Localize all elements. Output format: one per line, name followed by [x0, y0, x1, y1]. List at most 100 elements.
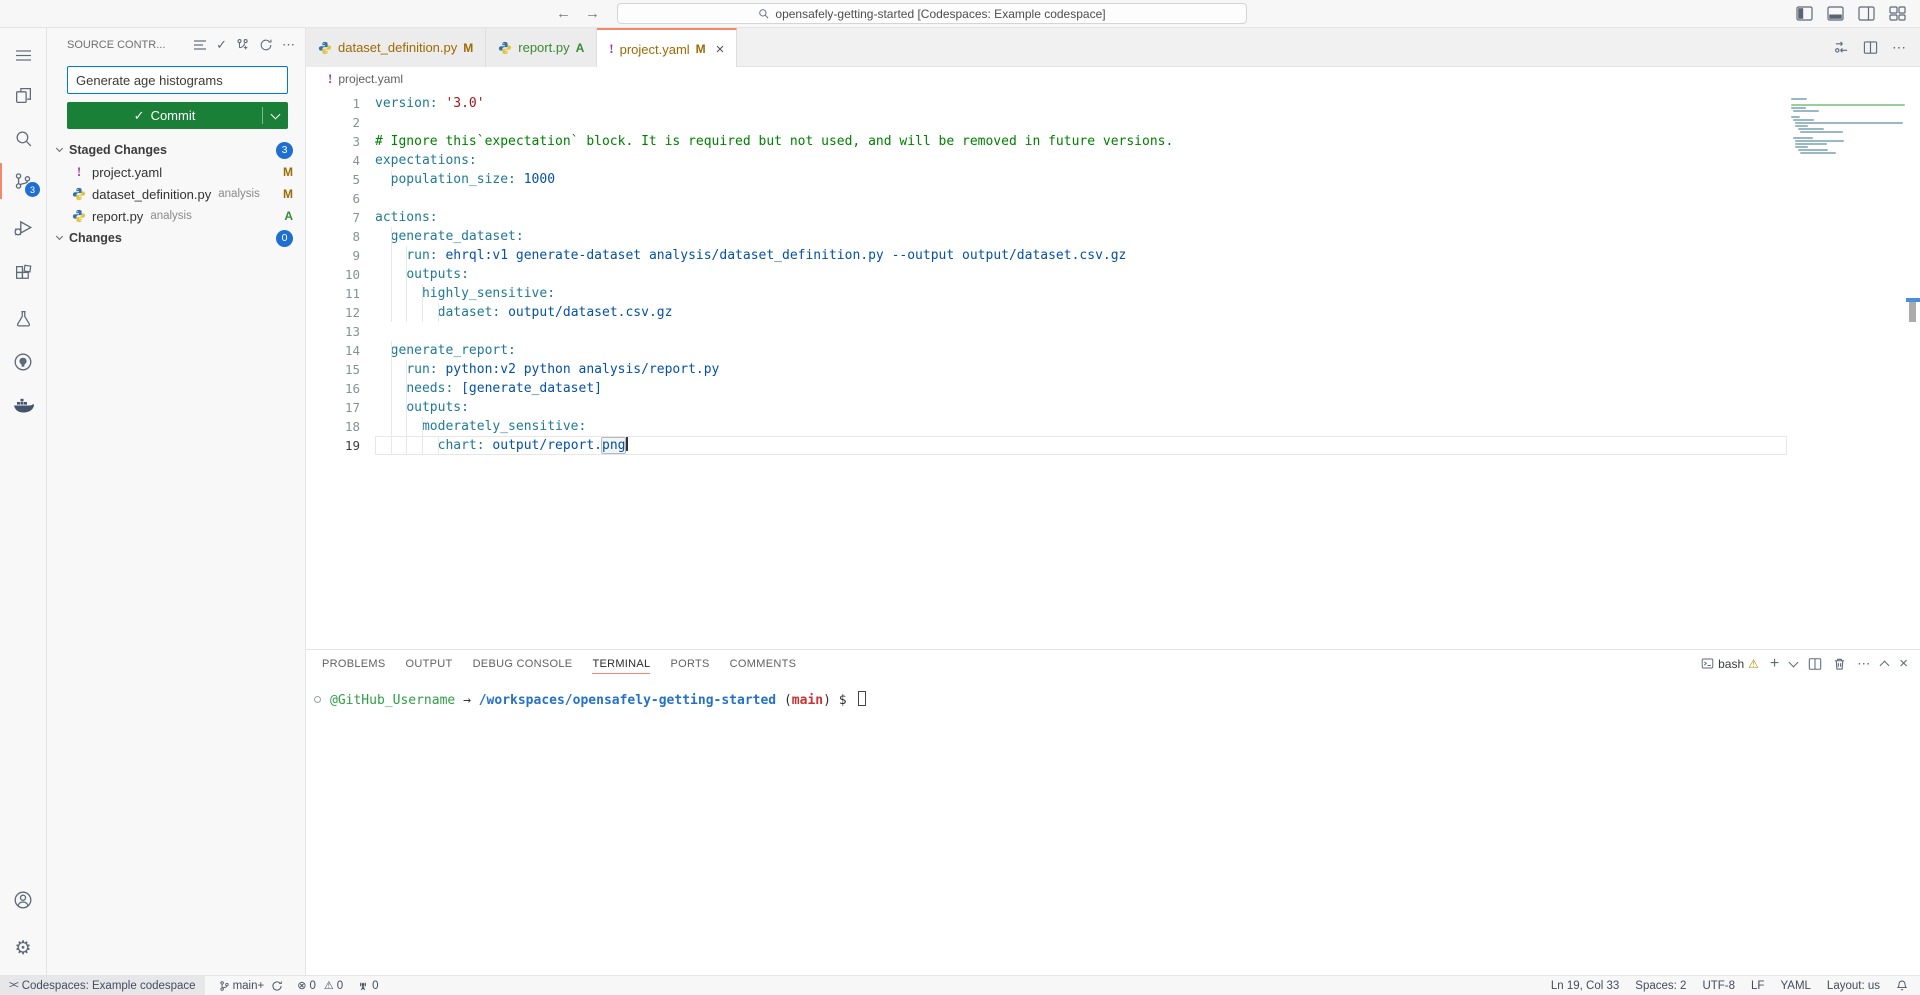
settings-gear-icon[interactable]: ⚙ [0, 928, 46, 968]
close-panel-icon[interactable]: × [1899, 655, 1908, 672]
command-center-search[interactable]: opensafely-getting-started [Codespaces: … [617, 3, 1247, 24]
scm-file-row[interactable]: !project.yamlM [47, 161, 305, 183]
code-content[interactable]: version: '3.0' # Ignore this`expectation`… [375, 94, 1787, 455]
editor-tab-project.yaml[interactable]: !project.yamlM× [597, 28, 737, 68]
status-item-utf-8[interactable]: UTF-8 [1702, 980, 1735, 992]
code-line-9[interactable]: run: ehrql:v1 generate-dataset analysis/… [375, 246, 1787, 265]
toggle-panel-icon[interactable] [1827, 6, 1844, 21]
editor-tab-bar: dataset_definition.pyMreport.pyA!project… [306, 28, 1920, 67]
python-file-icon [498, 41, 512, 55]
create-branch-icon[interactable] [236, 38, 250, 52]
docker-icon[interactable] [0, 385, 46, 425]
editor-more-actions-icon[interactable]: ⋯ [1892, 39, 1906, 56]
breadcrumb[interactable]: ! project.yaml [306, 67, 1920, 90]
editor-tab-dataset_definition.py[interactable]: dataset_definition.pyM [306, 28, 486, 67]
commit-button[interactable]: ✓ Commit [67, 102, 288, 129]
panel-tab-bar: PROBLEMS OUTPUT DEBUG CONSOLE TERMINAL PORTS… [322, 650, 1701, 677]
ports-status-item[interactable]: 0 [357, 980, 378, 992]
minimap[interactable] [1791, 98, 1905, 155]
testing-icon[interactable] [0, 298, 46, 338]
problems-status-item[interactable]: ⊗ 0 ⚠ 0 [297, 979, 343, 992]
split-terminal-icon[interactable] [1808, 657, 1822, 671]
code-line-18[interactable]: moderately_sensitive: [375, 417, 1787, 436]
status-item-ln[interactable]: Ln 19, Col 33 [1551, 980, 1619, 992]
scm-group-header[interactable]: Changes0 [47, 227, 305, 249]
refresh-icon[interactable] [259, 38, 273, 52]
source-control-icon[interactable]: 3 [0, 161, 46, 201]
bash-terminal-icon [1701, 657, 1714, 670]
code-line-8[interactable]: generate_dataset: [375, 227, 1787, 246]
commit-dropdown-button[interactable] [263, 114, 288, 118]
toggle-sidebar-icon[interactable] [1796, 6, 1813, 21]
status-item-lf[interactable]: LF [1751, 980, 1764, 992]
panel-tab-ports[interactable]: PORTS [670, 650, 709, 677]
menu-icon[interactable] [0, 35, 46, 75]
commit-check-icon[interactable]: ✓ [216, 37, 227, 53]
code-line-16[interactable]: needs: [generate_dataset] [375, 379, 1787, 398]
code-line-6[interactable] [375, 189, 1787, 208]
close-tab-icon[interactable]: × [716, 41, 725, 58]
code-line-12[interactable]: dataset: output/dataset.csv.gz [375, 303, 1787, 322]
status-item-yaml[interactable]: YAML [1780, 980, 1810, 992]
panel-tab-output[interactable]: OUTPUT [406, 650, 453, 677]
explorer-icon[interactable] [0, 75, 46, 115]
notifications-bell-icon[interactable] [1896, 979, 1908, 992]
status-item-layout[interactable]: Layout: us [1827, 980, 1880, 992]
git-status-letter: A [284, 209, 293, 223]
back-arrow-icon[interactable]: ← [549, 5, 578, 22]
forward-arrow-icon[interactable]: → [578, 5, 607, 22]
code-line-19[interactable]: chart: output/report.png [375, 436, 1787, 455]
scm-file-row[interactable]: dataset_definition.pyanalysisM [47, 183, 305, 205]
code-line-3[interactable]: # Ignore this`expectation` block. It is … [375, 132, 1787, 151]
open-changes-icon[interactable] [1834, 40, 1849, 55]
vscode-window: ← → opensafely-getting-started [Codespac… [0, 0, 1920, 995]
remote-indicator[interactable]: >< Codespaces: Example codespace [0, 976, 205, 995]
more-actions-icon[interactable]: ⋯ [282, 37, 295, 53]
bottom-panel: PROBLEMS OUTPUT DEBUG CONSOLE TERMINAL PORTS… [306, 649, 1920, 975]
maximize-panel-icon[interactable] [1880, 660, 1890, 670]
panel-tab-debug-console[interactable]: DEBUG CONSOLE [473, 650, 573, 677]
source-control-tree: Staged Changes3!project.yamlMdataset_def… [47, 139, 305, 249]
kill-terminal-icon[interactable] [1833, 657, 1846, 671]
customize-layout-icon[interactable] [1889, 6, 1906, 21]
code-line-1[interactable]: version: '3.0' [375, 94, 1787, 113]
code-line-11[interactable]: highly_sensitive: [375, 284, 1787, 303]
scm-group-header[interactable]: Staged Changes3 [47, 139, 305, 161]
code-line-5[interactable]: population_size: 1000 [375, 170, 1787, 189]
code-editor[interactable]: 12345678910111213141516171819 version: '… [306, 90, 1920, 649]
status-item-spaces[interactable]: Spaces: 2 [1635, 980, 1686, 992]
commit-message-input[interactable] [67, 66, 288, 94]
terminal-shell-chip[interactable]: bash ⚠ [1701, 657, 1759, 671]
sidebar-title: SOURCE CONTR... [67, 39, 193, 51]
account-icon[interactable] [0, 880, 46, 920]
code-line-14[interactable]: generate_report: [375, 341, 1787, 360]
new-terminal-icon[interactable]: + [1770, 655, 1779, 673]
toggle-secondary-sidebar-icon[interactable] [1858, 6, 1875, 21]
code-line-7[interactable]: actions: [375, 208, 1787, 227]
panel-tab-comments[interactable]: COMMENTS [730, 650, 797, 677]
chevron-down-icon [52, 143, 66, 157]
panel-more-actions-icon[interactable]: ⋯ [1857, 656, 1870, 672]
editor-tab-report.py[interactable]: report.pyA [486, 28, 597, 67]
terminal-dropdown-icon[interactable] [1789, 657, 1799, 667]
code-line-2[interactable] [375, 113, 1787, 132]
errors-count: 0 [309, 980, 315, 992]
overview-ruler-thumb[interactable] [1909, 302, 1916, 322]
run-and-debug-icon[interactable] [0, 208, 46, 248]
github-icon[interactable] [0, 342, 46, 382]
extensions-icon[interactable] [0, 253, 46, 293]
branch-status-item[interactable]: main+ [219, 980, 284, 992]
view-as-list-icon[interactable] [193, 39, 207, 51]
panel-tab-terminal[interactable]: TERMINAL [592, 650, 650, 677]
search-icon[interactable] [0, 118, 46, 158]
scm-file-row[interactable]: report.pyanalysisA [47, 205, 305, 227]
code-line-17[interactable]: outputs: [375, 398, 1787, 417]
code-line-10[interactable]: outputs: [375, 265, 1787, 284]
terminal[interactable]: @GitHub_Username → /workspaces/opensafel… [306, 677, 1920, 975]
code-line-15[interactable]: run: python:v2 python analysis/report.py [375, 360, 1787, 379]
panel-tab-problems[interactable]: PROBLEMS [322, 650, 386, 677]
code-line-4[interactable]: expectations: [375, 151, 1787, 170]
terminal-branch: main [792, 693, 823, 708]
code-line-13[interactable] [375, 322, 1787, 341]
split-editor-icon[interactable] [1863, 40, 1878, 55]
